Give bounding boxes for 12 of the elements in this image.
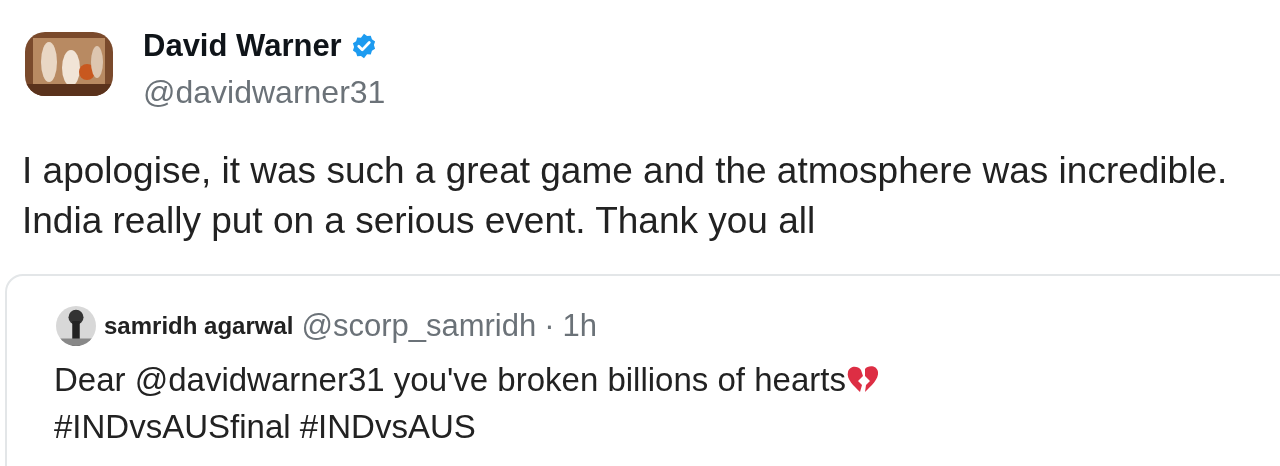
quoted-tweet-text: Dear @davidwarner31 you've broken billions of hearts (54, 360, 846, 400)
broken-heart-icon (845, 364, 880, 395)
author-name: David Warner (143, 28, 342, 64)
author-handle: @davidwarner31 (143, 74, 386, 111)
separator-dot: · (544, 308, 555, 344)
quoted-author-handle: @scorp_samridh (301, 308, 537, 344)
quoted-tweet-text: #INDvsAUSfinal #INDvsAUS (54, 407, 476, 447)
timestamp: 1h (562, 308, 597, 344)
tweet-text: I apologise, it was such a great game and the atmosphere was incredible. (22, 149, 1229, 193)
quoted-author-name: samridh agarwal (104, 312, 294, 340)
quoted-tweet-card[interactable]: samridh agarwal @scorp_samridh · 1h Dear @davidwarner31 you've broken billions of hearts #INDvsAUSfinal #INDvsAUS (5, 274, 1280, 466)
tweet-text: India really put on a serious event. Thank you all (22, 199, 817, 243)
